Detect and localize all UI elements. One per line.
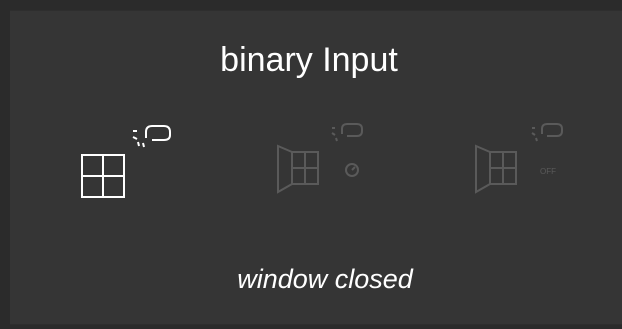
off-badge: OFF (540, 167, 556, 176)
window-open-icon: OFF (475, 123, 563, 194)
remote-icon (331, 123, 363, 142)
clock-icon (345, 163, 359, 177)
widget-frame: binary Input OFF window closed (0, 0, 622, 329)
widget-title: binary Input (220, 41, 398, 79)
state-tilted-button[interactable] (272, 118, 382, 208)
window-closed-icon (81, 125, 171, 198)
state-open-button[interactable]: OFF (470, 118, 580, 208)
status-text: window closed (237, 264, 413, 294)
window-tilted-icon (277, 123, 363, 194)
remote-icon (132, 125, 171, 148)
state-closed-button[interactable] (78, 118, 188, 208)
remote-icon (531, 123, 563, 142)
